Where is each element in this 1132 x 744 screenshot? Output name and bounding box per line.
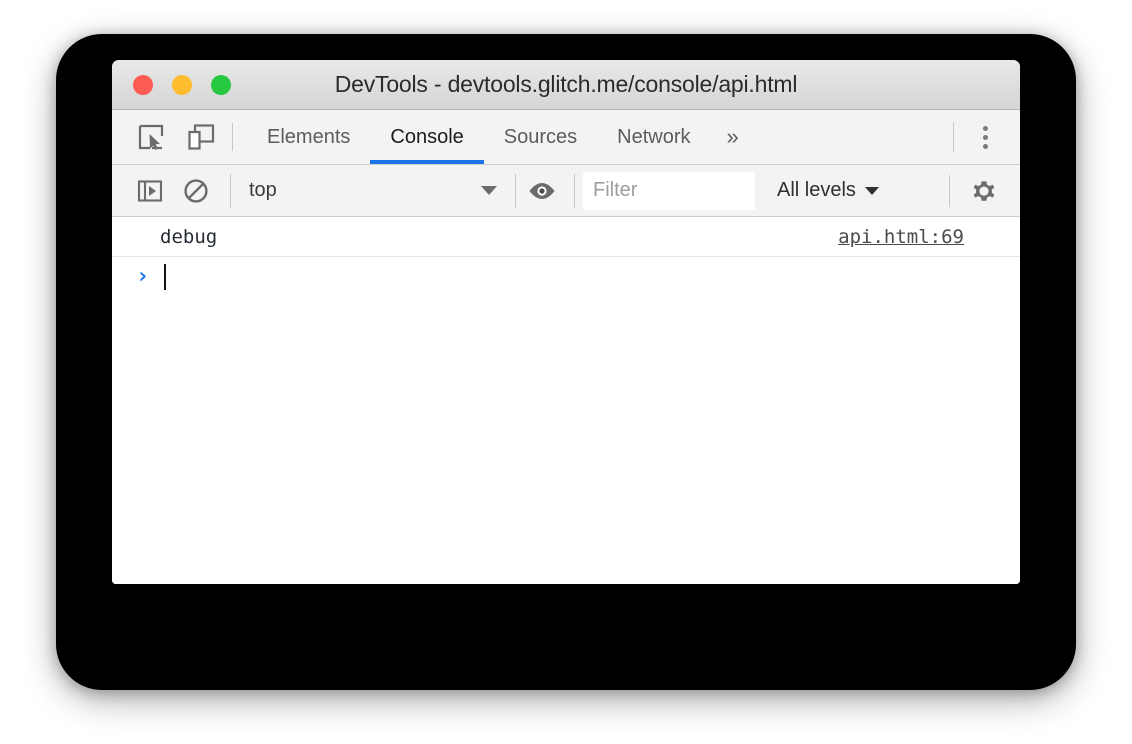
text-caret xyxy=(164,264,166,290)
settings-gear-icon[interactable] xyxy=(966,173,1002,209)
gear-glyph xyxy=(973,180,995,201)
device-toolbar-icon[interactable] xyxy=(184,120,218,154)
filter-input[interactable] xyxy=(583,171,755,210)
devtools-window: DevTools - devtools.glitch.me/console/ap… xyxy=(112,60,1020,584)
console-prompt-row[interactable]: › xyxy=(112,257,1020,297)
tab-network[interactable]: Network xyxy=(597,110,710,164)
tab-sources[interactable]: Sources xyxy=(484,110,597,164)
window-title: DevTools - devtools.glitch.me/console/ap… xyxy=(334,71,798,97)
console-message-area: debug api.html:69 › xyxy=(112,217,1020,584)
tab-bar-right xyxy=(953,110,1020,164)
tab-elements[interactable]: Elements xyxy=(247,110,370,164)
devtools-tab-bar: Elements Console Sources Network » xyxy=(112,110,1020,165)
toolbar-divider-4 xyxy=(949,174,950,207)
clear-console-glyph xyxy=(184,178,208,203)
log-level-selector[interactable]: All levels xyxy=(777,179,879,202)
kebab-dot xyxy=(982,143,988,149)
console-empty-space[interactable] xyxy=(112,297,1020,584)
eye-glyph xyxy=(529,182,555,199)
inspect-element-glyph xyxy=(138,124,164,150)
console-message-row[interactable]: debug api.html:69 xyxy=(112,217,1020,257)
execution-context-selector[interactable]: top xyxy=(237,173,507,209)
console-message-source-link[interactable]: api.html:69 xyxy=(838,226,964,248)
tab-console[interactable]: Console xyxy=(370,110,485,164)
tab-bar-right-divider xyxy=(953,122,954,152)
clear-console-icon[interactable] xyxy=(178,173,214,209)
chevron-down-icon xyxy=(481,186,497,195)
device-toolbar-glyph xyxy=(188,124,215,150)
toolbar-divider-3 xyxy=(574,173,575,208)
console-toolbar-right xyxy=(949,173,1020,209)
kebab-dot xyxy=(982,125,988,131)
inspect-element-icon[interactable] xyxy=(134,120,168,154)
console-toolbar: top All levels xyxy=(112,165,1020,217)
toolbar-divider-1 xyxy=(230,173,231,208)
chevron-down-icon xyxy=(864,186,879,195)
tab-list: Elements Console Sources Network » xyxy=(247,110,755,164)
toolbar-divider-2 xyxy=(515,173,516,208)
execution-context-value: top xyxy=(249,179,277,201)
live-expression-eye-icon[interactable] xyxy=(524,173,560,209)
title-bar: DevTools - devtools.glitch.me/console/ap… xyxy=(112,60,1020,110)
prompt-chevron-icon: › xyxy=(136,264,150,289)
tab-bar-divider xyxy=(232,123,233,151)
console-sidebar-icon[interactable] xyxy=(132,173,168,209)
tab-bar-icons xyxy=(112,110,218,164)
kebab-dot xyxy=(982,134,988,140)
log-level-label: All levels xyxy=(777,179,856,201)
console-message-text: debug xyxy=(160,225,218,248)
kebab-menu-icon[interactable] xyxy=(970,120,1000,154)
console-sidebar-glyph xyxy=(137,179,163,202)
tab-overflow-chevron-icon[interactable]: » xyxy=(711,110,755,164)
